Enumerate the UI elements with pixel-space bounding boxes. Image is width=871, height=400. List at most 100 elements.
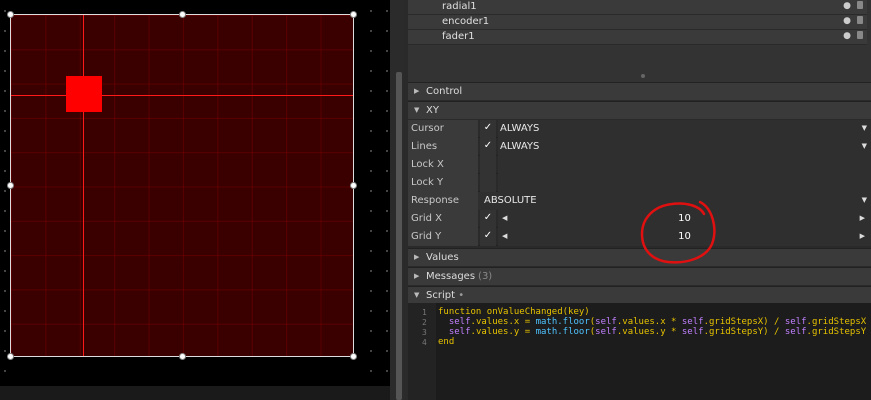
lines-dropdown[interactable]: ALWAYS ▼ (498, 138, 871, 156)
lock-icon[interactable] (857, 31, 863, 39)
script-editor[interactable]: 1 2 3 4 function onValueChanged(key) sel… (408, 303, 871, 400)
cursor-dropdown[interactable]: ALWAYS ▼ (498, 120, 871, 138)
prop-label-grid-x: Grid X (408, 210, 478, 228)
lines-checkbox[interactable]: ✓ (480, 138, 496, 156)
code-line[interactable]: self.values.x = math.floor(self.values.x… (438, 317, 866, 327)
grid-dot (370, 310, 372, 312)
grid-y-checkbox[interactable]: ✓ (480, 228, 496, 246)
code-keyword: function (438, 307, 482, 317)
lock-x-checkbox[interactable] (480, 156, 496, 174)
section-messages[interactable]: ▶ Messages (3) (408, 267, 871, 285)
code-text: .values.x = (470, 317, 536, 327)
grid-dot (386, 350, 388, 352)
increment-icon[interactable]: ▶ (860, 214, 865, 222)
resize-handle-top-center[interactable] (179, 11, 186, 18)
grid-dot (4, 150, 6, 152)
code-self: self (448, 317, 471, 327)
section-script-label: Script • (426, 290, 464, 301)
code-line[interactable]: end (438, 337, 454, 347)
cursor-dropdown-value: ALWAYS (500, 123, 540, 134)
chevron-down-icon: ▼ (861, 142, 867, 150)
prop-label-response: Response (408, 192, 478, 210)
prop-row-cursor: Cursor ✓ ALWAYS ▼ (408, 120, 871, 138)
chevron-right-icon: ▶ (414, 272, 420, 280)
grid-dot (4, 250, 6, 252)
grid-dot (370, 230, 372, 232)
grid-dot (386, 230, 388, 232)
grid-dot (370, 10, 372, 12)
resize-handle-bottom-right[interactable] (350, 353, 357, 360)
prop-row-lock-x: Lock X (408, 156, 871, 174)
grid-dot (370, 330, 372, 332)
code-function: math.floor (535, 317, 590, 327)
resize-handle-bottom-left[interactable] (7, 353, 14, 360)
grid-dot (4, 170, 6, 172)
resize-handle-top-right[interactable] (350, 11, 357, 18)
line-number: 4 (422, 338, 427, 347)
prop-row-lock-y: Lock Y (408, 174, 871, 192)
annotation-circle (640, 200, 716, 264)
grid-dot (386, 290, 388, 292)
prop-label-cursor: Cursor (408, 120, 478, 138)
section-xy[interactable]: ▼ XY (408, 101, 871, 119)
line-number: 1 (422, 308, 427, 317)
chevron-down-icon: ▼ (414, 106, 420, 114)
grid-dot (4, 310, 6, 312)
grid-dot (370, 270, 372, 272)
xy-control[interactable] (10, 14, 354, 357)
code-text: onValueChanged(key) (481, 307, 590, 317)
resize-handle-top-left[interactable] (7, 11, 14, 18)
section-xy-label: XY (426, 105, 439, 116)
resize-grip-icon[interactable] (641, 74, 645, 78)
grid-dot (386, 310, 388, 312)
lock-icon[interactable] (857, 16, 863, 24)
code-self: self (681, 317, 704, 327)
section-values-label: Values (426, 252, 459, 263)
line-number: 3 (422, 328, 427, 337)
code-text: .values.y = (470, 327, 536, 337)
code-function: math.floor (535, 327, 590, 337)
canvas-area[interactable] (0, 0, 390, 400)
resize-handle-middle-right[interactable] (350, 182, 357, 189)
code-keyword: end (438, 337, 455, 347)
lock-icon[interactable] (857, 1, 863, 9)
resize-handle-bottom-center[interactable] (179, 353, 186, 360)
grid-dot (386, 370, 388, 372)
section-control[interactable]: ▶ Control (408, 82, 871, 100)
lines-dropdown-value: ALWAYS (500, 141, 540, 152)
section-script[interactable]: ▼ Script • (408, 286, 871, 304)
script-modified-marker: • (458, 290, 465, 301)
tree-item[interactable]: fader1 ● (408, 30, 867, 45)
grid-dot (370, 250, 372, 252)
code-line[interactable]: function onValueChanged(key) (438, 307, 590, 317)
grid-dot (4, 90, 6, 92)
scrollbar[interactable] (396, 72, 402, 400)
eye-icon[interactable]: ● (843, 31, 851, 41)
grid-dot (4, 110, 6, 112)
grid-dot (370, 130, 372, 132)
increment-icon[interactable]: ▶ (860, 232, 865, 240)
cursor-checkbox[interactable]: ✓ (480, 120, 496, 138)
grid-dot (4, 70, 6, 72)
tree-item-label: encoder1 (442, 16, 490, 27)
grid-dot (4, 30, 6, 32)
tree-item[interactable]: encoder1 ● (408, 15, 867, 30)
code-text: .gridStepsY (806, 327, 867, 337)
grid-dot (4, 350, 6, 352)
messages-count: (3) (478, 271, 493, 282)
grid-x-checkbox[interactable]: ✓ (480, 210, 496, 228)
grid-dot (386, 70, 388, 72)
grid-dot (4, 10, 6, 12)
grid-dot (386, 250, 388, 252)
eye-icon[interactable]: ● (843, 1, 851, 11)
grid-dot (4, 270, 6, 272)
xy-line-vertical (83, 15, 84, 356)
xy-cursor[interactable] (66, 76, 102, 112)
eye-icon[interactable]: ● (843, 16, 851, 26)
code-line[interactable]: self.values.y = math.floor(self.values.y… (438, 327, 866, 337)
lock-y-checkbox[interactable] (480, 174, 496, 192)
resize-handle-middle-left[interactable] (7, 182, 14, 189)
tree-item[interactable]: radial1 ● (408, 0, 867, 15)
